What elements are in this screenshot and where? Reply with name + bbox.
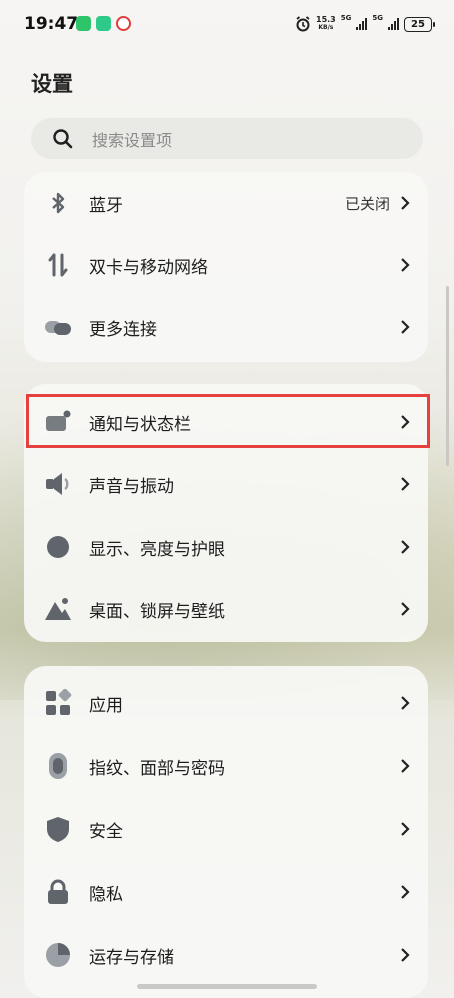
search-bar[interactable]: 搜索设置项	[31, 118, 423, 159]
settings-item-label: 应用	[89, 695, 123, 716]
lock-icon	[48, 879, 68, 904]
storage-icon	[46, 943, 70, 967]
bluetooth-status: 已关闭	[344, 194, 390, 213]
app-notification-icon	[96, 16, 111, 31]
home-indicator[interactable]	[137, 984, 317, 989]
fingerprint-icon	[49, 753, 67, 779]
chevron-right-icon	[401, 948, 410, 962]
settings-item-display[interactable]: 显示、亮度与护眼	[24, 516, 428, 578]
settings-item-label: 通知与状态栏	[89, 414, 191, 435]
settings-item-wallpaper[interactable]: 桌面、锁屏与壁纸	[24, 578, 428, 640]
network-speed-unit: KB/s	[318, 24, 334, 31]
settings-item-apps[interactable]: 应用	[24, 672, 428, 734]
settings-item-label: 桌面、锁屏与壁纸	[89, 601, 225, 622]
chevron-right-icon	[401, 415, 410, 429]
settings-group-personalization: 通知与状态栏 声音与振动 显示、亮度与护眼 桌面、锁屏与壁纸	[24, 384, 428, 642]
settings-group-system: 应用 指纹、面部与密码 安全 隐私 运存与存储	[24, 666, 428, 998]
settings-item-more-connections[interactable]: 更多连接	[24, 296, 428, 358]
red-app-notification-icon	[116, 16, 131, 31]
chevron-right-icon	[401, 759, 410, 773]
more-connections-icon	[45, 321, 71, 335]
alarm-icon	[296, 16, 310, 32]
network-speed-value: 15.3	[316, 15, 336, 24]
chevron-right-icon	[401, 477, 410, 491]
wallpaper-icon	[45, 598, 71, 620]
apps-icon	[46, 689, 72, 715]
status-bar: 19:47 15.3 KB/s 5G 5G 25	[0, 0, 454, 50]
settings-item-bluetooth[interactable]: 蓝牙 已关闭	[24, 172, 428, 234]
shield-icon	[47, 817, 69, 842]
search-placeholder: 搜索设置项	[92, 130, 173, 150]
page-title: 设置	[31, 72, 73, 96]
bluetooth-icon	[52, 192, 65, 214]
dual-sim-icon	[48, 253, 68, 277]
chevron-right-icon	[401, 196, 410, 210]
network-speed: 15.3 KB/s	[316, 16, 336, 32]
search-icon	[53, 128, 73, 148]
chevron-right-icon	[401, 822, 410, 836]
settings-item-label: 更多连接	[89, 319, 157, 340]
chevron-right-icon	[401, 602, 410, 616]
net-type-1: 5G	[340, 14, 352, 22]
settings-item-storage[interactable]: 运存与存储	[24, 924, 428, 986]
settings-item-label: 显示、亮度与护眼	[89, 539, 225, 560]
signal-icon-2	[388, 18, 399, 30]
settings-item-label: 运存与存储	[89, 947, 174, 968]
battery-icon: 25	[404, 16, 435, 32]
settings-item-sound[interactable]: 声音与振动	[24, 453, 428, 515]
chevron-right-icon	[401, 540, 410, 554]
settings-group-connectivity: 蓝牙 已关闭 双卡与移动网络 更多连接	[24, 172, 428, 362]
signal-icon-1	[356, 18, 368, 30]
status-icons: 15.3 KB/s 5G 5G 25	[295, 12, 435, 36]
settings-item-label: 指纹、面部与密码	[89, 758, 225, 779]
chevron-right-icon	[401, 320, 410, 334]
settings-item-label: 隐私	[89, 884, 123, 905]
notification-icon	[46, 410, 71, 431]
wechat-notification-icon	[76, 16, 91, 31]
settings-item-label: 双卡与移动网络	[89, 257, 208, 278]
settings-item-notifications[interactable]: 通知与状态栏	[24, 391, 428, 453]
display-icon	[47, 536, 69, 558]
settings-item-label: 蓝牙	[89, 195, 123, 216]
settings-item-label: 声音与振动	[89, 476, 174, 497]
settings-item-fingerprint[interactable]: 指纹、面部与密码	[24, 735, 428, 797]
status-time: 19:47	[24, 14, 79, 34]
chevron-right-icon	[401, 885, 410, 899]
chevron-right-icon	[401, 258, 410, 272]
scrollbar[interactable]	[446, 286, 449, 466]
speaker-icon	[46, 473, 69, 495]
chevron-right-icon	[401, 696, 410, 710]
settings-item-dual-sim[interactable]: 双卡与移动网络	[24, 234, 428, 296]
net-type-2: 5G	[372, 14, 383, 22]
settings-item-security[interactable]: 安全	[24, 798, 428, 860]
settings-item-label: 安全	[89, 821, 123, 842]
battery-level: 25	[411, 18, 425, 30]
settings-item-privacy[interactable]: 隐私	[24, 861, 428, 923]
